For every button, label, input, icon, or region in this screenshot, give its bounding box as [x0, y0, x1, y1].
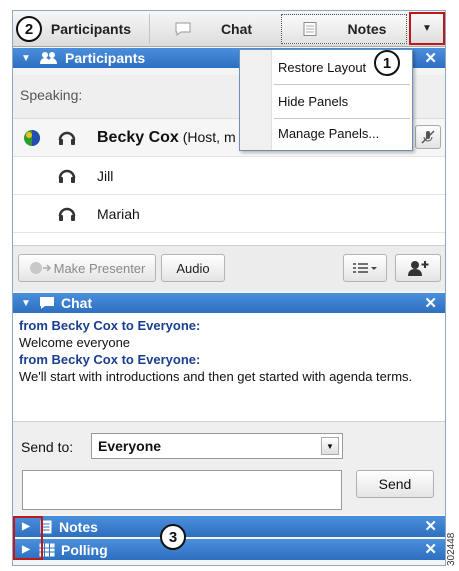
- chat-sender: from Becky Cox to Everyone:: [19, 318, 201, 333]
- list-options-button[interactable]: [343, 254, 387, 282]
- participant-host-name: Becky Cox: [97, 128, 179, 146]
- panel-tab-bar: Participants Chat Notes ▼: [13, 11, 445, 47]
- callout-marker-1: 1: [374, 50, 400, 76]
- notes-page-icon: [303, 22, 317, 36]
- notes-panel-title: Notes: [59, 518, 98, 535]
- recipient-value: Everyone: [98, 438, 162, 454]
- add-person-icon: [408, 261, 429, 276]
- menu-separator: [274, 118, 410, 119]
- chevron-down-icon[interactable]: ▼: [321, 437, 339, 455]
- chat-message: We'll start with introductions and then …: [19, 369, 413, 384]
- participant-name: Jill: [97, 167, 114, 184]
- menu-icon-strip: [240, 50, 272, 150]
- menu-item-restore-layout[interactable]: Restore Layout: [278, 60, 366, 75]
- close-icon[interactable]: ✕: [424, 49, 437, 67]
- polling-panel-header[interactable]: ▶ Polling ✕: [13, 539, 445, 560]
- tab-chat[interactable]: Chat: [149, 14, 277, 44]
- figure-id: 302448: [446, 532, 457, 566]
- participant-row[interactable]: Jill: [13, 157, 445, 195]
- make-presenter-button[interactable]: Make Presenter: [18, 254, 156, 282]
- callout-marker-3: 3: [160, 524, 186, 550]
- chat-panel-header[interactable]: ▼ Chat ✕: [13, 293, 445, 313]
- tab-chat-label: Chat: [220, 21, 253, 37]
- speaking-label: Speaking:: [20, 87, 83, 103]
- recipient-select[interactable]: Everyone ▼: [91, 433, 343, 459]
- tab-participants-label: Participants: [50, 21, 132, 37]
- audio-button[interactable]: Audio: [161, 254, 225, 282]
- microphone-muted-icon: [421, 130, 435, 144]
- globe-icon: [24, 130, 40, 146]
- headset-icon: [58, 207, 76, 221]
- send-label: Send: [378, 476, 412, 492]
- invite-participant-button[interactable]: [395, 254, 441, 282]
- chat-log: from Becky Cox to Everyone: Welcome ever…: [13, 313, 445, 421]
- callout-marker-2: 2: [16, 16, 42, 42]
- list-view-icon: [353, 263, 377, 273]
- tab-participants[interactable]: Participants: [35, 14, 147, 44]
- send-button[interactable]: Send: [356, 470, 434, 498]
- chat-message-input[interactable]: [22, 470, 342, 510]
- panels-window: Participants Chat Notes ▼ ▼ Participants…: [12, 10, 446, 566]
- mute-button[interactable]: [415, 125, 441, 149]
- menu-separator: [274, 84, 410, 85]
- collapse-triangle-icon[interactable]: ▼: [13, 53, 39, 64]
- participant-list-blank: [13, 233, 445, 245]
- menu-item-manage-panels[interactable]: Manage Panels...: [278, 126, 379, 141]
- chat-panel-title: Chat: [61, 295, 93, 311]
- headset-icon: [58, 169, 76, 183]
- polling-panel-title: Polling: [61, 541, 108, 558]
- panel-options-button[interactable]: ▼: [409, 12, 445, 45]
- chat-bubble-icon: [39, 296, 55, 310]
- chat-bubble-icon: [175, 22, 191, 36]
- headset-icon: [58, 131, 76, 145]
- menu-item-hide-panels[interactable]: Hide Panels: [278, 94, 348, 109]
- collapse-triangle-icon[interactable]: ▼: [13, 298, 39, 309]
- participant-role: (Host, m: [182, 128, 236, 145]
- send-to-label: Send to:: [21, 439, 74, 455]
- chat-sender: from Becky Cox to Everyone:: [19, 352, 201, 367]
- expand-buttons-highlight: [13, 516, 43, 560]
- close-icon[interactable]: ✕: [424, 517, 437, 535]
- people-icon: [39, 51, 59, 65]
- chat-message: Welcome everyone: [19, 335, 131, 350]
- participants-toolbar: Make Presenter Audio: [13, 245, 445, 291]
- chat-compose-area: Send to: Everyone ▼ Send: [13, 421, 445, 515]
- participant-name: Becky Cox (Host, m: [97, 129, 236, 147]
- tab-notes[interactable]: Notes: [281, 14, 407, 44]
- chevron-down-icon: ▼: [422, 23, 432, 34]
- participant-row[interactable]: Mariah: [13, 195, 445, 233]
- participants-panel-title: Participants: [65, 50, 146, 66]
- presenter-ball-icon: [29, 262, 51, 274]
- close-icon[interactable]: ✕: [424, 540, 437, 558]
- audio-label: Audio: [176, 260, 210, 276]
- make-presenter-label: Make Presenter: [53, 260, 146, 276]
- participant-name: Mariah: [97, 205, 140, 222]
- notes-panel-header[interactable]: ▶ Notes ✕: [13, 516, 445, 537]
- close-icon[interactable]: ✕: [424, 294, 437, 312]
- tab-notes-label: Notes: [347, 21, 387, 37]
